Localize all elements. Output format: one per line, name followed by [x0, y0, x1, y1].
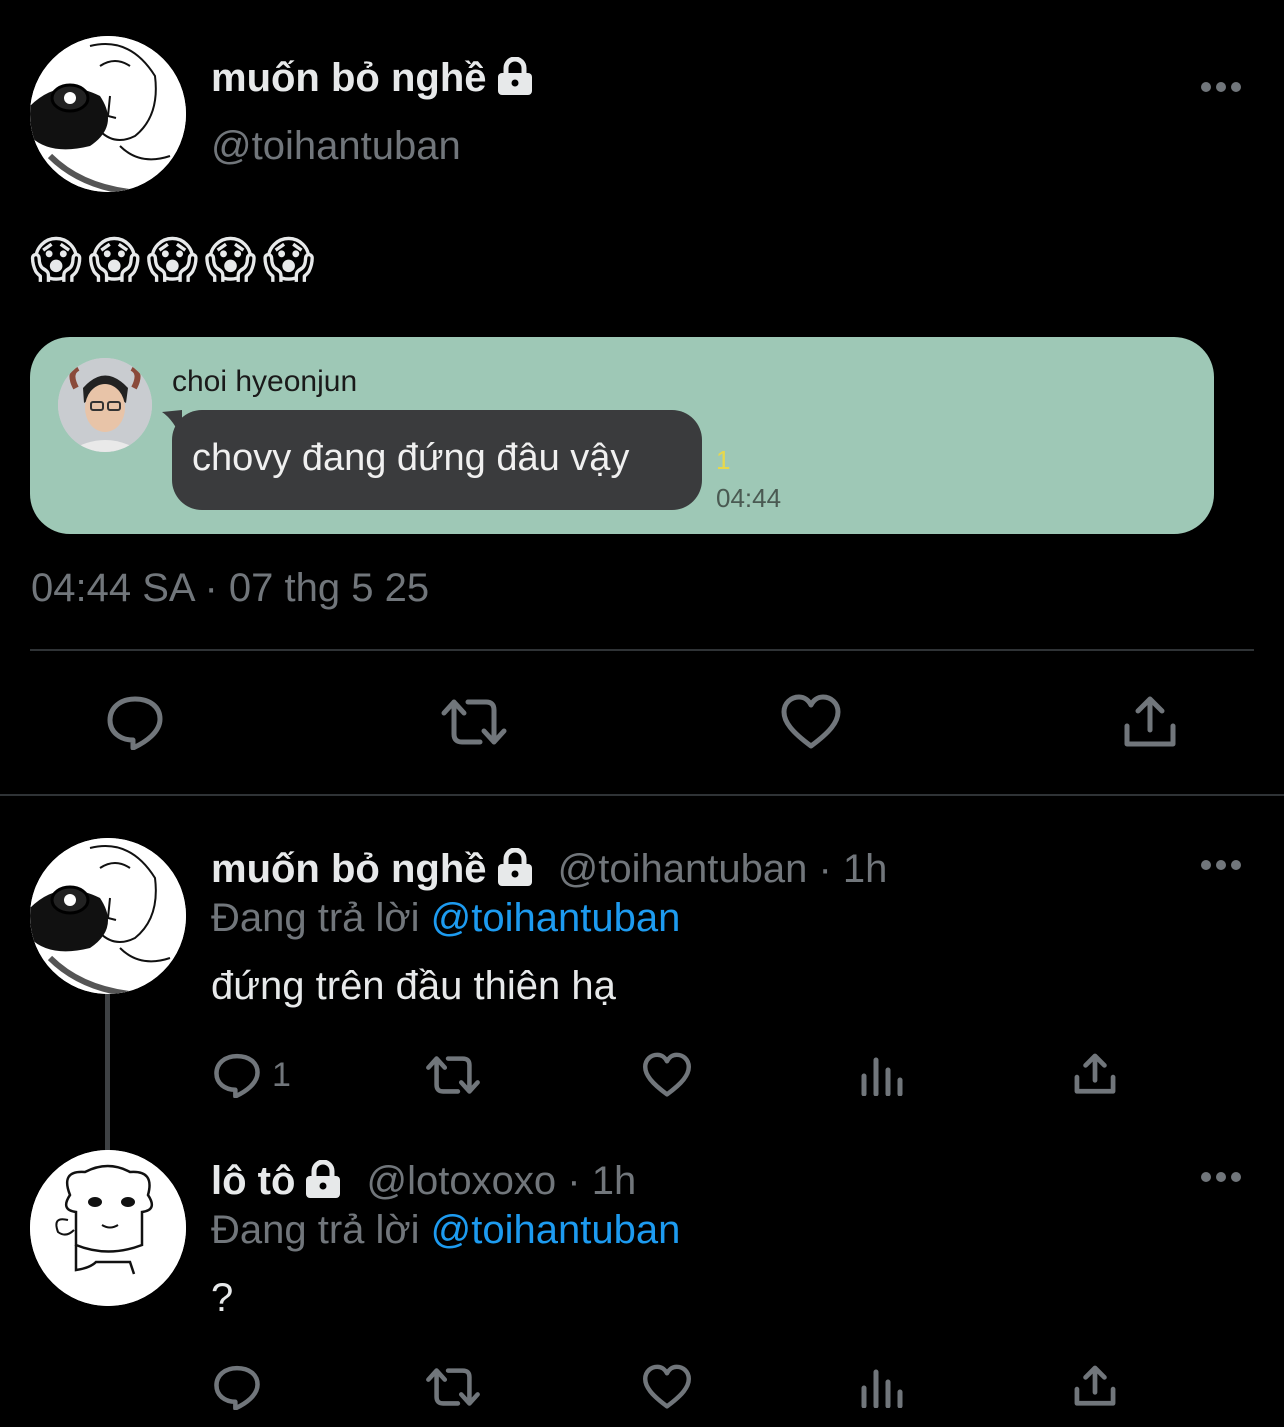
more-icon[interactable]: [1201, 82, 1241, 94]
reply-avatar[interactable]: [30, 838, 186, 994]
reply-count: 1: [272, 1056, 291, 1094]
chat-read-count: 1: [716, 445, 731, 475]
tweet-timestamp[interactable]: 04:44 SA · 07 thg 5 25: [31, 566, 429, 611]
reply-age[interactable]: · 1h: [567, 1159, 636, 1203]
replying-prefix: Đang trả lời: [211, 1208, 420, 1252]
reply-handle[interactable]: @lotoxoxo: [367, 1159, 557, 1203]
reply-display-name[interactable]: lô tô: [211, 1159, 295, 1203]
like-icon[interactable]: [642, 1052, 692, 1098]
reply-age[interactable]: · 1h: [818, 847, 887, 891]
retweet-icon[interactable]: [425, 1052, 481, 1098]
author-name-row[interactable]: muốn bỏ nghề: [211, 56, 535, 105]
reply-avatar[interactable]: [30, 1150, 186, 1306]
views-icon[interactable]: [860, 1364, 904, 1408]
replying-to-line: Đang trả lời @toihantuban: [211, 896, 680, 941]
share-icon[interactable]: [1122, 694, 1178, 750]
lock-icon: [495, 847, 535, 896]
retweet-icon[interactable]: [425, 1364, 481, 1410]
more-icon[interactable]: [1201, 1172, 1241, 1184]
reply-icon[interactable]: [213, 1364, 261, 1410]
reply-header: muốn bỏ nghề @toihantuban · 1h: [211, 847, 887, 896]
reply-icon[interactable]: [106, 694, 164, 750]
share-icon[interactable]: [1073, 1052, 1117, 1096]
author-display-name: muốn bỏ nghề: [211, 56, 487, 100]
chat-message-bubble: chovy đang đứng đâu vậy: [172, 410, 702, 510]
views-icon[interactable]: [860, 1052, 904, 1096]
replying-prefix: Đang trả lời: [211, 896, 420, 940]
like-icon[interactable]: [780, 694, 842, 750]
retweet-icon[interactable]: [440, 694, 508, 750]
chat-sender-avatar: [58, 358, 152, 452]
divider: [30, 649, 1254, 651]
reply-display-name[interactable]: muốn bỏ nghề: [211, 847, 487, 891]
embedded-chat-image[interactable]: choi hyeonjun chovy đang đứng đâu vậy 1 …: [30, 337, 1214, 534]
chat-message-text: chovy đang đứng đâu vậy: [192, 437, 630, 479]
chat-message-time: 04:44: [716, 483, 782, 513]
lock-icon: [303, 1159, 343, 1208]
replying-to-link[interactable]: @toihantuban: [431, 1208, 681, 1252]
like-icon[interactable]: [642, 1364, 692, 1410]
section-divider: [0, 794, 1284, 796]
tweet-text: 😱😱😱😱😱: [30, 231, 321, 289]
replying-to-link[interactable]: @toihantuban: [431, 896, 681, 940]
reply-icon[interactable]: [213, 1052, 261, 1098]
author-handle[interactable]: @toihantuban: [211, 124, 461, 169]
more-icon[interactable]: [1201, 860, 1241, 872]
lock-icon: [495, 56, 535, 105]
reply-text: ?: [211, 1276, 234, 1320]
reply-handle[interactable]: @toihantuban: [558, 847, 808, 891]
chat-sender-name: choi hyeonjun: [172, 365, 358, 398]
sketch-face-avatar-image: [30, 838, 186, 994]
thread-connector-line: [105, 990, 110, 1152]
author-avatar[interactable]: [30, 36, 186, 192]
sketch-face-avatar-image: [30, 36, 186, 192]
share-icon[interactable]: [1073, 1364, 1117, 1408]
replying-to-line: Đang trả lời @toihantuban: [211, 1208, 680, 1253]
puppy-doodle-avatar-image: [30, 1150, 186, 1306]
reply-header: lô tô @lotoxoxo · 1h: [211, 1159, 636, 1208]
reply-text: đứng trên đầu thiên hạ: [211, 964, 616, 1008]
